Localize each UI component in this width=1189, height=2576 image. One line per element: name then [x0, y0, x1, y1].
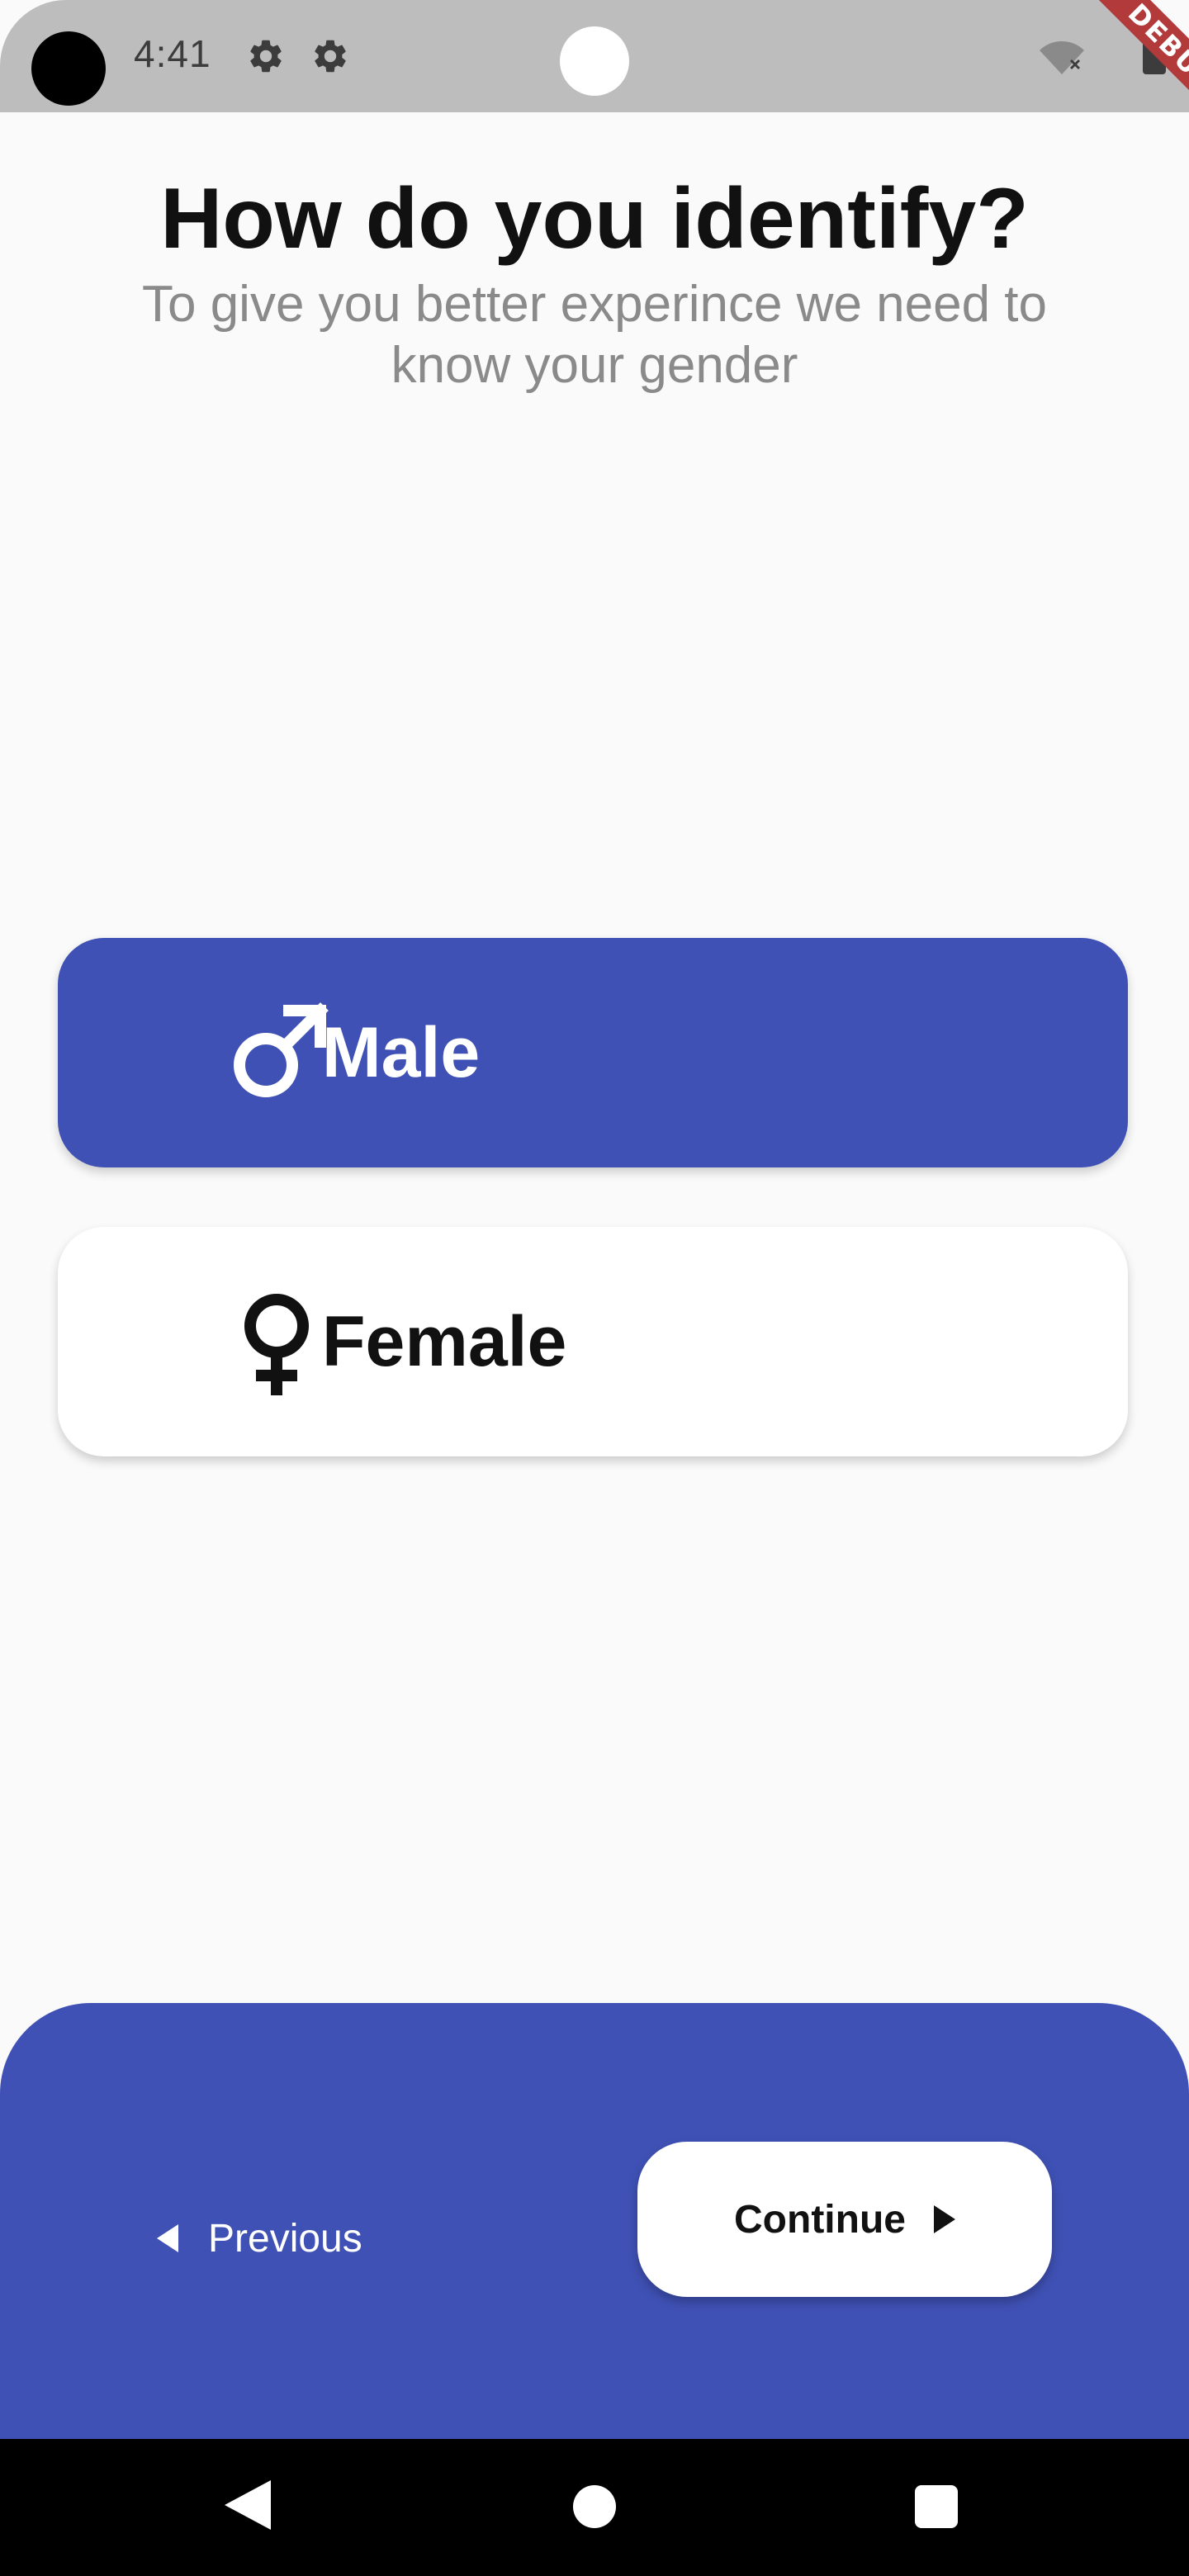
home-icon[interactable]	[573, 2485, 616, 2528]
previous-button[interactable]: Previous	[157, 2201, 362, 2275]
previous-label: Previous	[208, 2216, 362, 2261]
caret-left-icon	[157, 2224, 178, 2252]
page-title: How do you identify?	[160, 171, 1029, 267]
recents-icon[interactable]	[915, 2485, 958, 2528]
gender-option-label: Male	[322, 1013, 481, 1092]
continue-label: Continue	[734, 2197, 906, 2242]
gender-option-female[interactable]: Female	[58, 1227, 1128, 1456]
caret-right-icon	[933, 2205, 955, 2233]
debug-banner: DEBUG	[1072, 0, 1189, 149]
male-icon	[234, 1002, 329, 1097]
onboarding-footer: Previous Continue	[0, 2003, 1189, 2439]
status-bar: 4:41 DEBUG	[0, 0, 1189, 149]
settings-icon	[315, 40, 346, 73]
settings-icon	[250, 40, 282, 73]
female-icon	[244, 1294, 309, 1395]
system-nav-bar	[0, 2439, 1189, 2576]
page-subtitle: To give you better experince we need to …	[141, 276, 1048, 394]
back-icon[interactable]	[225, 2480, 271, 2530]
continue-button[interactable]: Continue	[637, 2142, 1052, 2297]
gender-option-label: Female	[322, 1302, 567, 1381]
status-time: 4:41	[134, 32, 211, 75]
camera-hole	[31, 31, 106, 106]
gender-option-male[interactable]: Male	[58, 938, 1128, 1167]
front-camera-notch	[560, 26, 629, 96]
